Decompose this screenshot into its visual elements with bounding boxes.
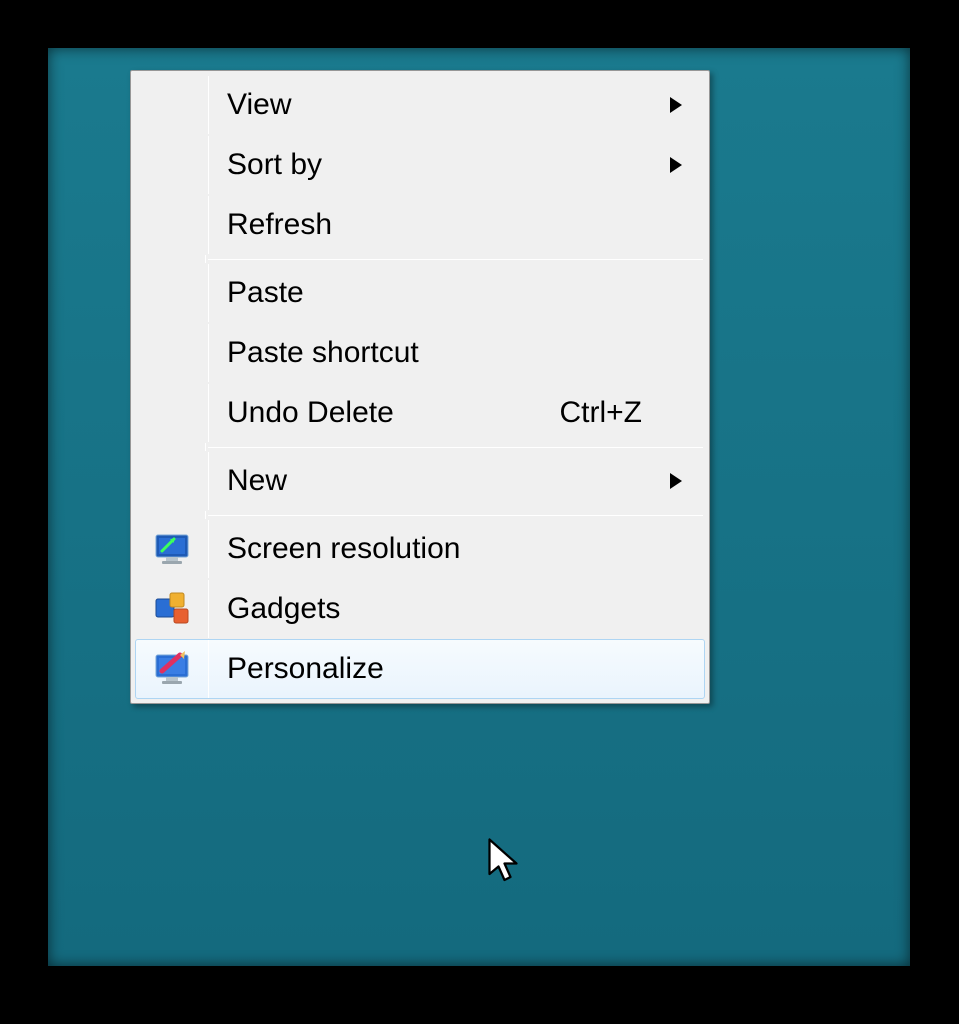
menu-item-label: View [209, 88, 670, 122]
desktop-background[interactable]: View Sort by Refresh [48, 48, 910, 966]
personalize-icon [136, 649, 208, 689]
menu-item-new[interactable]: New [135, 451, 705, 511]
screen-resolution-icon [136, 529, 208, 569]
menu-item-paste-shortcut[interactable]: Paste shortcut [135, 323, 705, 383]
menu-item-sort-by[interactable]: Sort by [135, 135, 705, 195]
menu-item-personalize[interactable]: Personalize [135, 639, 705, 699]
menu-item-label: Screen resolution [209, 532, 670, 566]
menu-item-paste[interactable]: Paste [135, 263, 705, 323]
menu-item-label: Sort by [209, 148, 670, 182]
menu-item-gadgets[interactable]: Gadgets [135, 579, 705, 639]
menu-item-label: Refresh [209, 208, 670, 242]
menu-item-label: Paste shortcut [209, 336, 670, 370]
submenu-arrow-icon [670, 473, 704, 489]
menu-item-view[interactable]: View [135, 75, 705, 135]
desktop-context-menu: View Sort by Refresh [130, 70, 710, 704]
menu-item-label: Personalize [209, 652, 670, 686]
menu-item-label: Gadgets [209, 592, 670, 626]
menu-item-label: Paste [209, 276, 670, 310]
menu-separator [133, 443, 707, 451]
menu-item-label: New [209, 464, 670, 498]
mouse-cursor-icon [488, 838, 524, 891]
menu-item-refresh[interactable]: Refresh [135, 195, 705, 255]
menu-item-shortcut: Ctrl+Z [560, 396, 671, 430]
menu-item-undo-delete[interactable]: Undo Delete Ctrl+Z [135, 383, 705, 443]
menu-separator [133, 511, 707, 519]
menu-item-screen-resolution[interactable]: Screen resolution [135, 519, 705, 579]
gadgets-icon [136, 589, 208, 629]
menu-separator [133, 255, 707, 263]
submenu-arrow-icon [670, 97, 704, 113]
submenu-arrow-icon [670, 157, 704, 173]
menu-item-label: Undo Delete [209, 396, 560, 430]
